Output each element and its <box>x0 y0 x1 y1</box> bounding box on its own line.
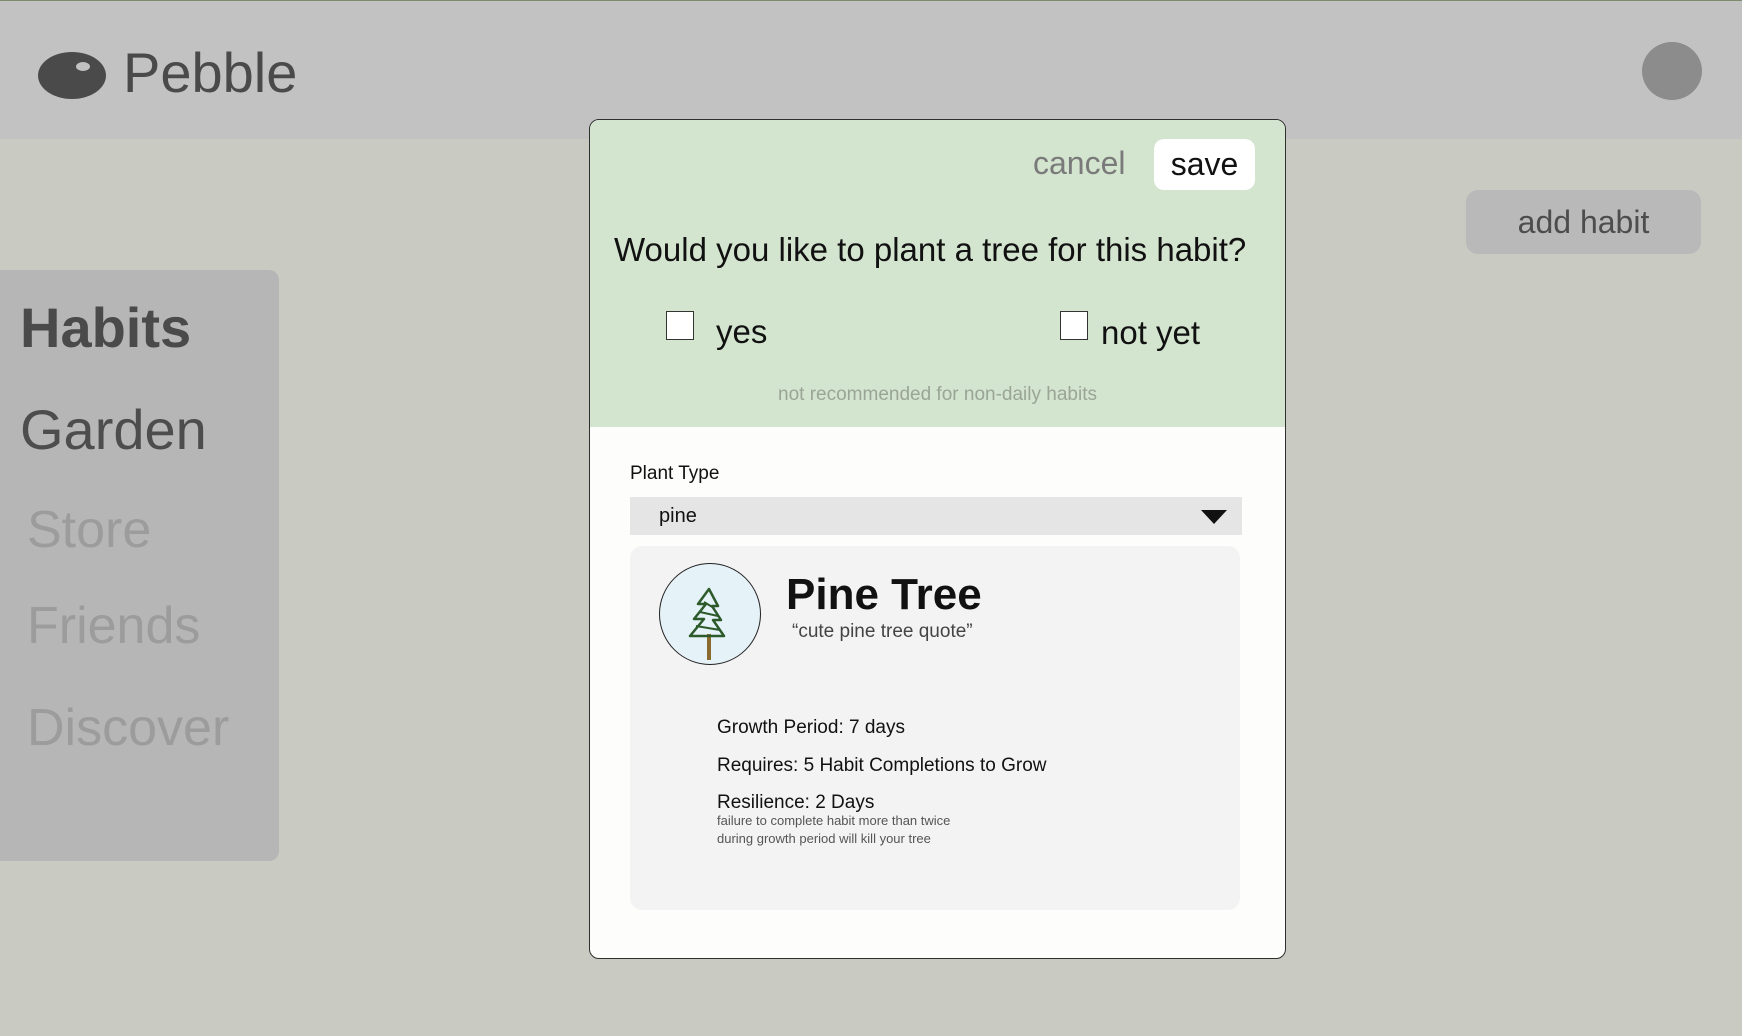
growth-period: Growth Period: 7 days <box>717 717 905 738</box>
recommendation-note: not recommended for non-daily habits <box>778 384 1097 405</box>
plant-type-select[interactable]: pine <box>630 497 1242 535</box>
add-habit-button[interactable]: add habit <box>1466 190 1701 254</box>
sidebar: Habits Garden Store Friends Discover <box>0 270 279 861</box>
sidebar-item-friends[interactable]: Friends <box>27 600 200 652</box>
sidebar-item-store[interactable]: Store <box>27 504 151 556</box>
chevron-down-icon[interactable] <box>1201 510 1227 524</box>
yes-checkbox[interactable] <box>666 311 694 340</box>
plant-tree-modal: cancel save Would you like to plant a tr… <box>589 119 1286 959</box>
plant-type-value: pine <box>659 505 697 527</box>
save-button[interactable]: save <box>1154 139 1255 190</box>
pebble-logo-icon <box>38 52 106 99</box>
sidebar-item-habits[interactable]: Habits <box>20 300 191 356</box>
avatar[interactable] <box>1642 42 1702 100</box>
resilience: Resilience: 2 Days <box>717 792 875 813</box>
cancel-button[interactable]: cancel <box>1033 147 1126 179</box>
sidebar-item-discover[interactable]: Discover <box>27 702 229 754</box>
modal-question: Would you like to plant a tree for this … <box>614 231 1247 268</box>
not-yet-checkbox[interactable] <box>1060 311 1088 340</box>
sidebar-item-garden[interactable]: Garden <box>20 402 207 458</box>
modal-header-panel: cancel save Would you like to plant a tr… <box>590 120 1285 427</box>
resilience-note-line2: during growth period will kill your tree <box>717 831 931 846</box>
plant-info-card: Pine Tree “cute pine tree quote” Growth … <box>630 546 1240 910</box>
plant-quote: “cute pine tree quote” <box>792 621 973 642</box>
resilience-note-line1: failure to complete habit more than twic… <box>717 813 951 828</box>
requires-completions: Requires: 5 Habit Completions to Grow <box>717 755 1047 776</box>
app-title: Pebble <box>123 41 298 104</box>
not-yet-label[interactable]: not yet <box>1101 316 1200 349</box>
plant-type-label: Plant Type <box>630 463 720 484</box>
plant-name: Pine Tree <box>786 570 982 619</box>
yes-label[interactable]: yes <box>716 315 767 348</box>
pine-tree-icon <box>659 563 761 665</box>
